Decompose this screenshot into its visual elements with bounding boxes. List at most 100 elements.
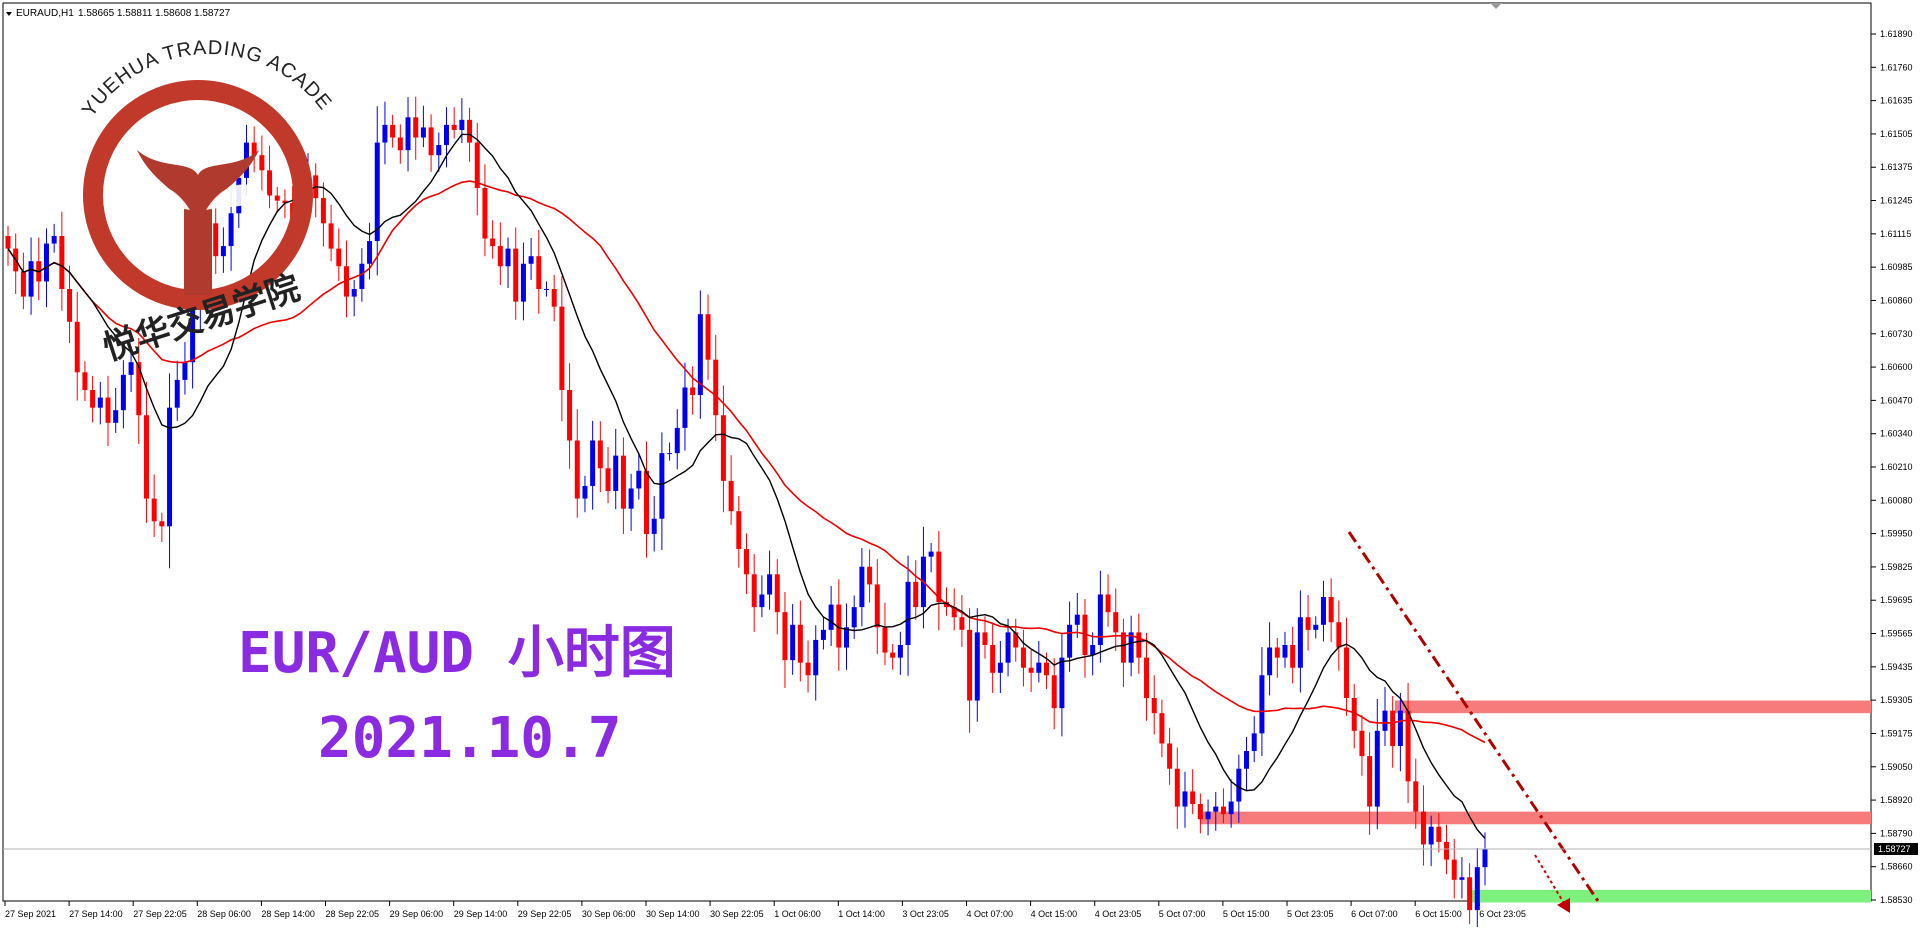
candle-body: [674, 427, 680, 454]
candle-body: [820, 629, 826, 640]
candle-body: [890, 652, 896, 658]
candle-body: [1205, 811, 1211, 820]
candle-body: [1459, 877, 1465, 880]
candle-body: [905, 581, 911, 645]
candle-body: [1344, 647, 1350, 699]
candle-body: [1074, 614, 1080, 625]
candle-body: [1120, 632, 1126, 663]
candle-body: [1167, 743, 1173, 769]
candle-body: [797, 624, 803, 663]
candle-body: [159, 521, 165, 527]
chart-window[interactable]: EURAUD,H1 1.58665 1.58811 1.58608 1.5872…: [0, 0, 1920, 930]
candle-body: [59, 235, 65, 290]
candle-body: [1159, 713, 1165, 744]
candle-body: [728, 480, 734, 512]
candle-body: [436, 145, 442, 156]
candle-body: [667, 453, 673, 455]
candle-body: [720, 415, 726, 481]
candle-body: [1228, 801, 1234, 815]
candle-body: [467, 119, 473, 143]
annotation-title: EUR/AUD 小时图: [238, 621, 676, 686]
ohlc-label: 1.58665 1.58811 1.58608 1.58727: [78, 8, 231, 19]
candle-body: [1190, 791, 1196, 805]
y-tick-label: 1.60080: [1880, 495, 1913, 505]
y-tick-label: 1.58790: [1880, 828, 1913, 838]
candle-body: [628, 488, 634, 509]
candle-body: [167, 407, 173, 527]
candle-body: [1113, 612, 1119, 633]
candle-body: [143, 415, 149, 499]
candle-body: [451, 124, 457, 130]
candle-body: [543, 289, 549, 291]
x-tick-label: 29 Sep 06:00: [390, 909, 444, 919]
candle-body: [882, 627, 888, 653]
candle-body: [1067, 624, 1073, 658]
candle-body: [351, 289, 357, 297]
candle-body: [505, 248, 511, 267]
candle-body: [43, 243, 49, 282]
x-tick-label: 30 Sep 06:00: [582, 909, 636, 919]
candle-body: [228, 213, 234, 247]
x-tick-label: 6 Oct 07:00: [1351, 909, 1398, 919]
y-tick-label: 1.61245: [1880, 196, 1913, 206]
x-tick-label: 29 Sep 22:05: [518, 909, 572, 919]
candle-body: [528, 256, 534, 264]
candle-body: [897, 644, 903, 658]
candle-body: [1328, 597, 1334, 623]
candle-body: [982, 632, 988, 645]
candle-body: [1028, 667, 1034, 673]
candle-body: [1005, 632, 1011, 663]
candle-body: [113, 410, 119, 423]
candle-body: [1290, 644, 1296, 668]
candle-body: [813, 639, 819, 676]
candle-body: [597, 440, 603, 469]
x-tick-label: 5 Oct 23:05: [1287, 909, 1334, 919]
candle-body: [128, 362, 134, 375]
candle-body: [267, 170, 273, 196]
x-tick-label: 1 Oct 06:00: [774, 909, 821, 919]
candle-body: [413, 117, 419, 138]
candle-body: [397, 137, 403, 151]
x-tick-label: 28 Sep 14:00: [261, 909, 315, 919]
candle-body: [1428, 826, 1434, 845]
x-tick-label: 30 Sep 14:00: [646, 909, 700, 919]
y-tick-label: 1.60470: [1880, 395, 1913, 405]
candle-body: [443, 124, 449, 146]
candle-body: [1090, 644, 1096, 656]
candle-body: [936, 551, 942, 603]
candle-body: [1136, 632, 1142, 658]
candle-body: [967, 629, 973, 701]
candle-body: [567, 389, 573, 441]
zone-target: [1470, 889, 1871, 903]
candle-body: [590, 440, 596, 486]
candle-body: [659, 453, 665, 519]
candle-body: [736, 511, 742, 550]
candle-body: [1051, 675, 1057, 709]
candle-body: [682, 387, 688, 428]
candle-body: [1305, 617, 1311, 630]
candlestick-chart[interactable]: EURAUD,H1 1.58665 1.58811 1.58608 1.5872…: [0, 0, 1920, 930]
y-tick-label: 1.59950: [1880, 529, 1913, 539]
candle-body: [551, 289, 557, 307]
candle-body: [1359, 730, 1365, 757]
candle-body: [651, 518, 657, 534]
x-tick-label: 29 Sep 14:00: [454, 909, 508, 919]
candle-body: [782, 612, 788, 661]
y-tick-label: 1.59565: [1880, 629, 1913, 639]
candle-body: [490, 238, 496, 247]
y-tick-label: 1.59050: [1880, 762, 1913, 772]
candle-body: [643, 470, 649, 534]
candle-body: [220, 246, 226, 257]
candle-body: [1174, 768, 1180, 807]
candle-body: [1282, 644, 1288, 658]
candle-body: [1236, 768, 1242, 802]
candle-body: [1367, 756, 1373, 807]
symbol-label: EURAUD,H1: [16, 8, 74, 19]
candle-body: [382, 124, 388, 143]
candle-body: [67, 289, 73, 322]
zone-support: [1200, 811, 1871, 825]
time-axis: 27 Sep 2021 27 Sep 14:00 27 Sep 22:05 28 Se…: [4, 901, 1526, 919]
candle-body: [105, 397, 111, 423]
candle-body: [428, 127, 434, 156]
candle-body: [274, 195, 280, 201]
